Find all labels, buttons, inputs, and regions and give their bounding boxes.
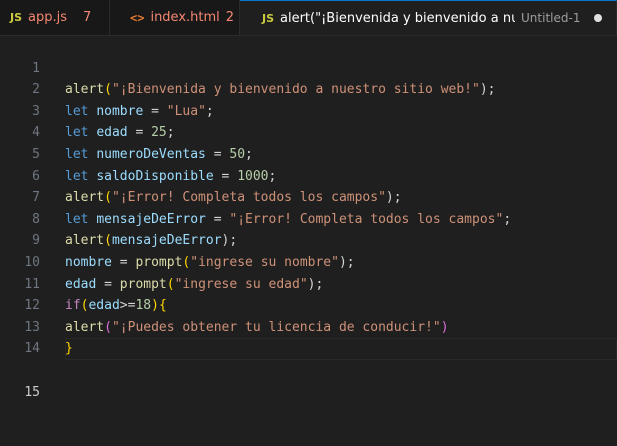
javascript-file-icon: JS — [10, 11, 23, 24]
line-number: 15 — [24, 384, 40, 400]
code-line: 8 alert(mensajeDeError); — [0, 187, 617, 249]
problem-count-badge: 7 — [83, 10, 92, 25]
code-editor[interactable]: 1 alert("¡Bienvenida y bienvenido a nues… — [0, 36, 617, 400]
javascript-file-icon: JS — [262, 11, 275, 25]
code-line: 1 alert("¡Bienvenida y bienvenido a nues… — [0, 36, 617, 98]
tab-label: app.js — [28, 10, 68, 25]
code-line: 11 if(edad>=18){ — [0, 252, 617, 314]
code-line: 6 alert("¡Error! Completa todos los camp… — [0, 144, 617, 206]
code-line: 2 let nombre = "Lua"; — [0, 58, 617, 119]
problem-count-badge: 2 — [225, 10, 235, 25]
tab-app-js[interactable]: JS app.js 7 — [0, 0, 110, 35]
code-line: 4 let numeroDeVentas = 50; — [0, 101, 617, 162]
code-line: 5 let saldoDisponible = 1000; — [0, 122, 617, 184]
code-line-current: 15 — [0, 338, 617, 400]
tab-description: Untitled-1 — [521, 11, 581, 25]
tab-index-html[interactable]: <> index.html 2 — [110, 0, 240, 35]
html-file-icon: <> — [130, 10, 145, 25]
code-line: 10 edad = prompt("ingrese su edad"); — [0, 230, 617, 292]
code-line: 7 let mensajeDeError = "¡Error! Completa… — [0, 166, 617, 227]
code-line: 3 let edad = 25; — [0, 79, 617, 141]
current-line-highlight — [65, 338, 617, 360]
code-line: 9 nombre = prompt("ingrese su nombre"); — [0, 209, 617, 270]
tab-label: index.html — [150, 10, 220, 25]
unsaved-changes-dot-icon[interactable] — [594, 14, 603, 22]
tab-untitled-1[interactable]: JS alert("¡Bienvenida y bienvenido a nue… — [240, 0, 617, 35]
code-line: 12 alert("¡Puedes obtener tu licencia de… — [0, 274, 617, 335]
code-line: 13 } — [0, 295, 617, 357]
editor-tab-bar: JS app.js 7 <> index.html 2 JS alert("¡B… — [0, 0, 617, 36]
code-line: 14 — [0, 317, 617, 356]
tab-label: alert("¡Bienvenida y bienvenido a nuestr — [280, 10, 515, 26]
